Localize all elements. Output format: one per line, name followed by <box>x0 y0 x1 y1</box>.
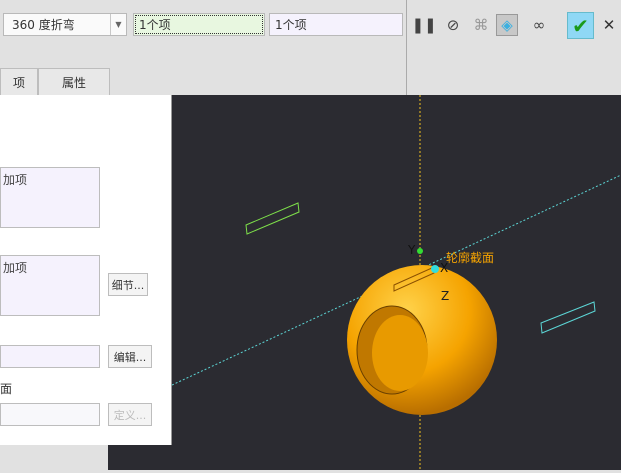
z-label: Z <box>441 289 450 303</box>
edit-button[interactable]: 编辑... <box>108 345 152 368</box>
sphere-inner <box>372 315 428 391</box>
no-icon[interactable]: ⊘ <box>442 14 464 36</box>
cancel-x-icon[interactable]: ✕ <box>598 14 620 36</box>
confirm-check-icon[interactable]: ✔ <box>567 12 594 39</box>
section-label: 轮廓截面 <box>446 251 495 265</box>
define-field <box>0 403 100 426</box>
datum-plane-1 <box>245 202 300 235</box>
box1-text: 加项 <box>3 173 28 187</box>
datum-plane-2 <box>540 301 596 334</box>
collector-box-2[interactable]: 加项 <box>0 255 100 316</box>
collector-field-2[interactable]: 1个项 <box>269 13 403 36</box>
y-label: Y <box>408 243 416 257</box>
viewport-lower <box>108 445 172 470</box>
3d-viewport[interactable]: Y X Z 轮廓截面 <box>171 95 621 470</box>
glasses-icon[interactable]: ∞ <box>528 14 550 36</box>
tab-options[interactable]: 项 <box>0 68 38 95</box>
bend-type-value: 360 度折弯 <box>12 18 75 32</box>
tab-label: 属性 <box>61 75 86 90</box>
preview-geometry-icon[interactable]: ⌘ <box>470 14 492 36</box>
pause-icon[interactable]: ❚❚ <box>411 14 436 36</box>
box2-text: 加项 <box>3 261 28 275</box>
collector-field-1[interactable]: 1个项 <box>133 13 265 36</box>
edit-field[interactable] <box>0 345 100 368</box>
tab-label: 项 <box>12 75 25 90</box>
chevron-down-icon[interactable]: ▼ <box>110 14 126 35</box>
face-label: 面 <box>0 382 13 396</box>
field2-value: 1个项 <box>275 18 307 32</box>
bend-type-dropdown[interactable]: 360 度折弯 ▼ <box>3 13 127 36</box>
options-panel: 加项 加项 细节... 编辑... 面 定义... <box>0 95 172 445</box>
field1-value: 1个项 <box>139 18 171 32</box>
preview-solid-icon[interactable]: ◈ <box>496 14 518 36</box>
toolbar-divider <box>406 0 407 95</box>
details-button[interactable]: 细节... <box>108 273 148 296</box>
model-graphics <box>171 95 621 470</box>
collector-box-1[interactable]: 加项 <box>0 167 100 228</box>
tab-properties[interactable]: 属性 <box>38 68 110 95</box>
define-button: 定义... <box>108 403 152 426</box>
